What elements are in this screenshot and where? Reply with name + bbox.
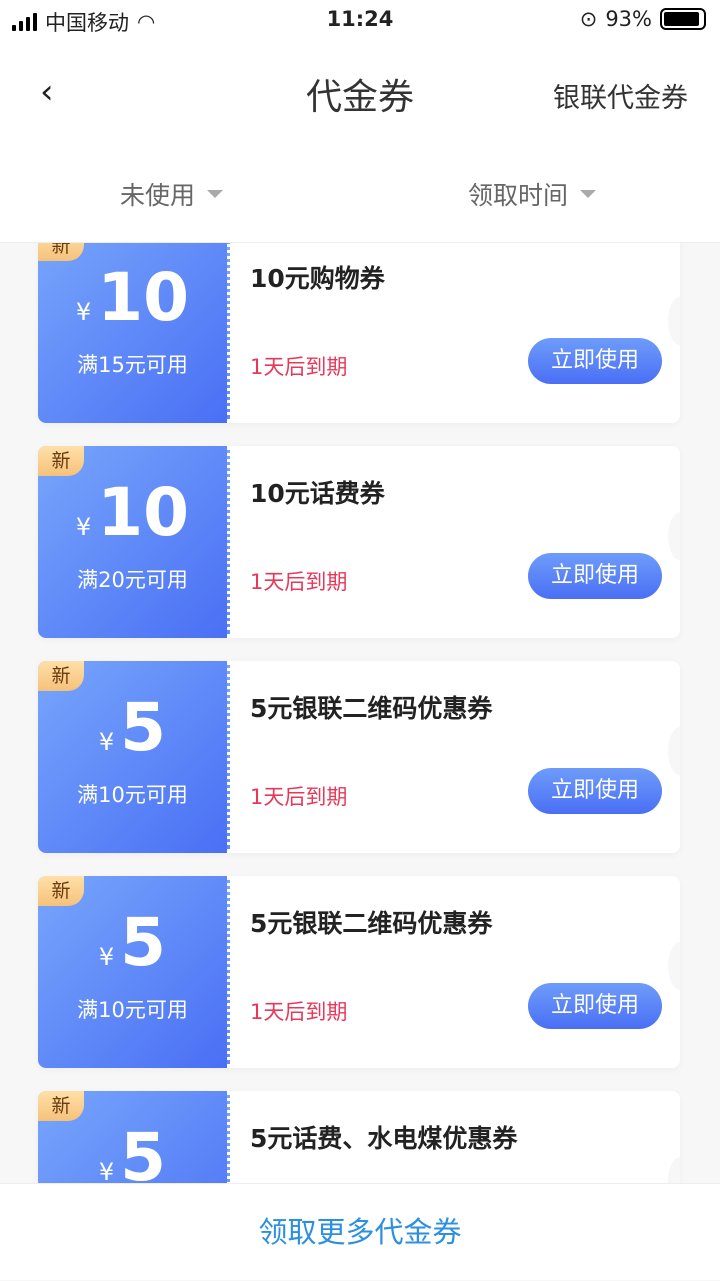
status-filter[interactable]: 未使用 [120, 176, 224, 212]
use-now-button[interactable]: 立即使用 [528, 338, 662, 384]
coupon-condition: 满15元可用 [77, 353, 188, 377]
coupon-name: 5元银联二维码优惠券 [250, 694, 493, 723]
coupon-card[interactable]: 新 ¥5 满10元可用 5元银联二维码优惠券 1天后到期 立即使用 [38, 661, 680, 853]
use-now-button[interactable]: 立即使用 [528, 983, 662, 1029]
coupon-name: 10元购物券 [250, 264, 385, 293]
currency-symbol: ¥ [75, 513, 92, 541]
card-notch [668, 1157, 680, 1183]
unionpay-coupons-link[interactable]: 银联代金券 [553, 76, 688, 115]
coupon-condition: 满20元可用 [77, 568, 188, 592]
coupon-expiry: 1天后到期 [250, 355, 348, 379]
coupon-value-panel: 新 ¥10 满15元可用 [38, 243, 230, 423]
coupon-card[interactable]: 新 ¥10 满15元可用 10元购物券 1天后到期 立即使用 [38, 243, 680, 423]
amount-value: 5 [120, 689, 167, 766]
coupon-card[interactable]: 新 ¥5 5元话费、水电煤优惠券 [38, 1091, 680, 1183]
coupon-amount: ¥5 [38, 1119, 227, 1183]
sort-filter[interactable]: 领取时间 [468, 176, 597, 212]
new-badge: 新 [38, 1091, 84, 1121]
coupon-card[interactable]: 新 ¥10 满20元可用 10元话费券 1天后到期 立即使用 [38, 446, 680, 638]
coupon-expiry: 1天后到期 [250, 570, 348, 594]
coupon-value-panel: 新 ¥5 满10元可用 [38, 876, 230, 1068]
coupon-name: 5元话费、水电煤优惠券 [250, 1124, 518, 1153]
new-badge: 新 [38, 661, 84, 691]
new-badge: 新 [38, 876, 84, 906]
coupon-amount: ¥10 [38, 474, 227, 551]
currency-symbol: ¥ [98, 1158, 115, 1183]
coupon-name: 10元话费券 [250, 479, 385, 508]
coupon-condition: 满10元可用 [77, 783, 188, 807]
status-bar: 中国移动 ◠ 11:24 ⊙ 93% [0, 0, 720, 40]
coupon-condition: 满10元可用 [77, 998, 188, 1022]
coupon-expiry: 1天后到期 [250, 1000, 348, 1024]
amount-value: 5 [120, 904, 167, 981]
amount-value: 10 [97, 474, 190, 551]
header: ‹ 代金券 银联代金券 未使用 领取时间 [0, 40, 720, 243]
battery-icon [660, 8, 706, 30]
currency-symbol: ¥ [75, 298, 92, 326]
coupon-expiry: 1天后到期 [250, 785, 348, 809]
filter-label: 未使用 [120, 181, 196, 210]
coupon-name: 5元银联二维码优惠券 [250, 909, 493, 938]
coupon-amount: ¥10 [38, 259, 227, 336]
filter-label: 领取时间 [468, 181, 569, 210]
caret-down-icon [207, 190, 224, 198]
card-notch [668, 512, 680, 560]
coupon-value-panel: 新 ¥5 满10元可用 [38, 661, 230, 853]
use-now-button[interactable]: 立即使用 [528, 768, 662, 814]
use-now-button[interactable]: 立即使用 [528, 553, 662, 599]
amount-value: 5 [120, 1119, 167, 1183]
coupon-value-panel: 新 ¥5 [38, 1091, 230, 1183]
coupon-value-panel: 新 ¥10 满20元可用 [38, 446, 230, 638]
amount-value: 10 [97, 259, 190, 336]
get-more-coupons-link[interactable]: 领取更多代金券 [0, 1183, 720, 1280]
caret-down-icon [580, 190, 597, 198]
coupon-list[interactable]: 新 ¥10 满15元可用 10元购物券 1天后到期 立即使用 新 ¥10 满20… [0, 243, 720, 1183]
coupon-amount: ¥5 [38, 904, 227, 981]
new-badge: 新 [38, 446, 84, 476]
coupon-amount: ¥5 [38, 689, 227, 766]
currency-symbol: ¥ [98, 943, 115, 971]
card-notch [668, 727, 680, 775]
rotation-lock-icon: ⊙ [579, 7, 598, 31]
card-notch [668, 942, 680, 990]
currency-symbol: ¥ [98, 728, 115, 756]
coupon-card[interactable]: 新 ¥5 满10元可用 5元银联二维码优惠券 1天后到期 立即使用 [38, 876, 680, 1068]
battery-percent: 93% [605, 7, 652, 31]
card-notch [668, 297, 680, 345]
